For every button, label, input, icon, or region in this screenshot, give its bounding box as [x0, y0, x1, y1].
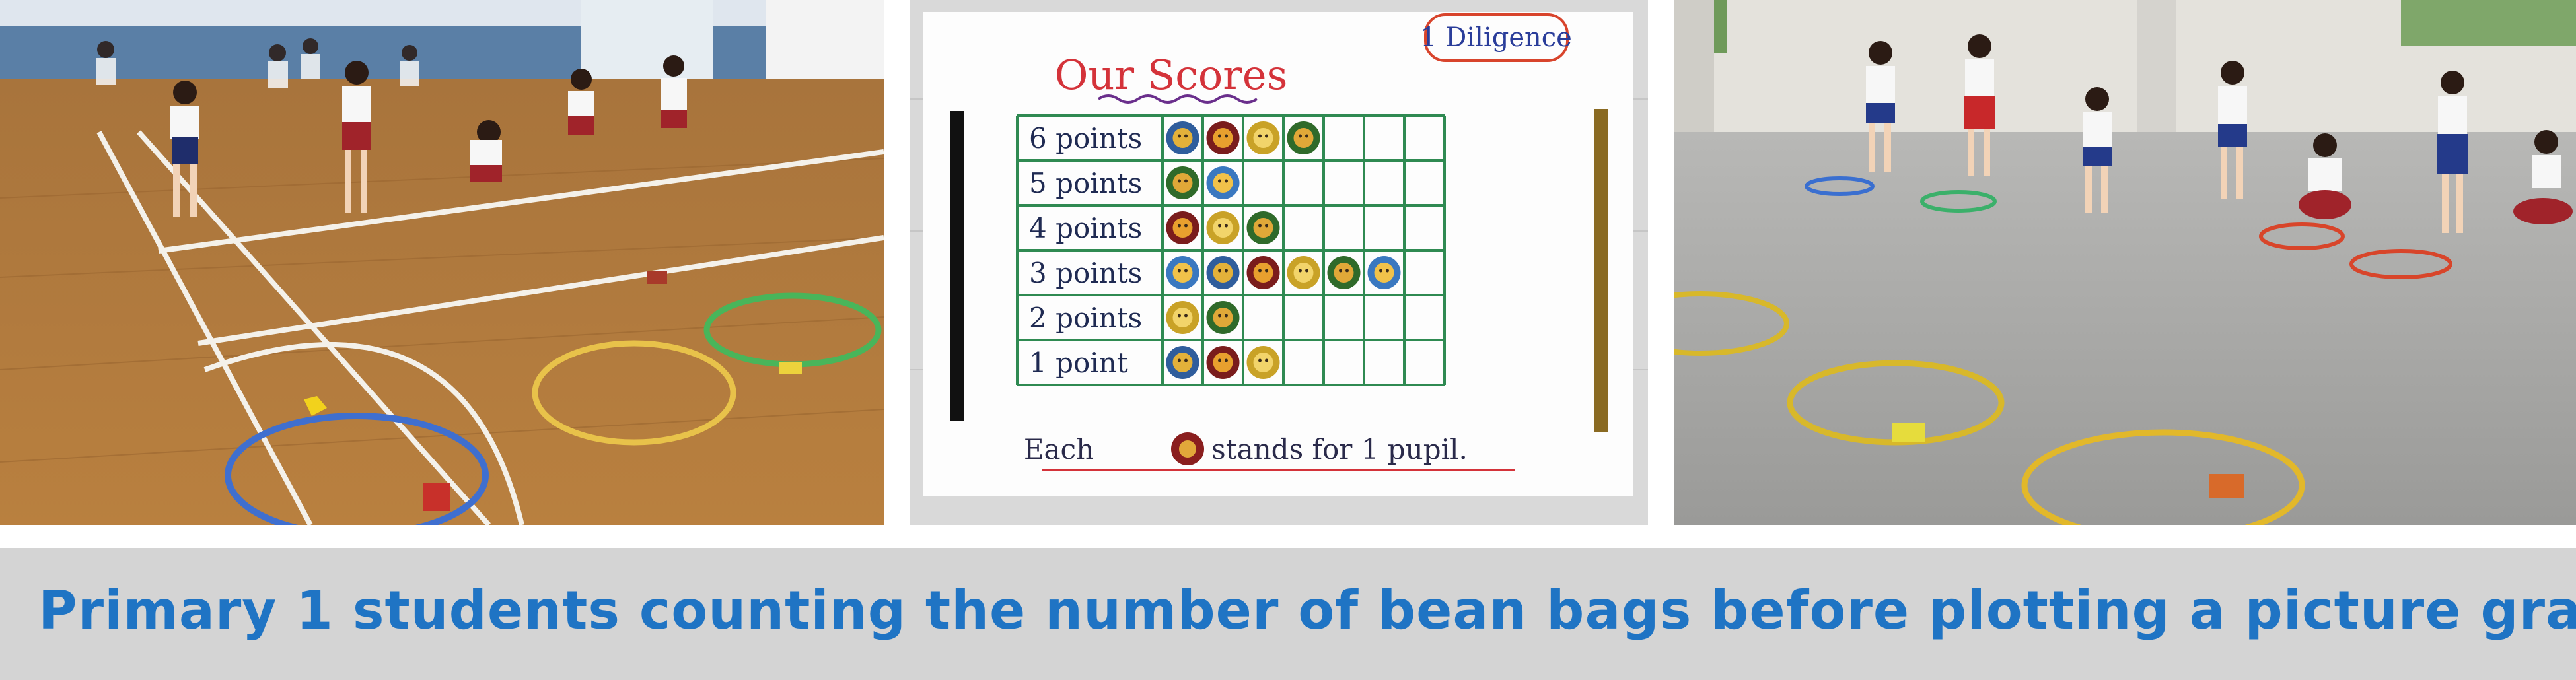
pupil-sticker-icon — [1166, 121, 1199, 154]
key-text-before: Each — [1024, 433, 1094, 465]
row-label: 5 points — [1029, 167, 1142, 199]
row-label: 6 points — [1029, 122, 1142, 154]
row-label: 2 points — [1029, 302, 1142, 334]
pupil-sticker-icon — [1166, 301, 1199, 334]
caption-band: Primary 1 students counting the number o… — [0, 548, 2576, 680]
bean-bag — [423, 483, 450, 511]
photo-picture-graph-board: 1 Diligence Our Scores 6 points 5 points 4… — [910, 0, 1648, 525]
pupil-sticker-icon — [1206, 166, 1240, 199]
photo-gym-hall — [0, 0, 884, 525]
gym-hall-illustration — [0, 0, 884, 525]
bean-bag — [779, 362, 802, 374]
pupil-sticker-icon — [1287, 256, 1320, 289]
pupil-sticker-icon — [1287, 121, 1320, 154]
black-ruler — [950, 111, 964, 421]
photo-covered-hall — [1674, 0, 2576, 525]
pupil-sticker-icon — [1246, 256, 1280, 289]
pupil-sticker-icon — [1206, 346, 1240, 379]
gym-doorway — [581, 0, 713, 79]
bean-bag — [2209, 474, 2244, 498]
key-sticker-icon — [1171, 432, 1204, 465]
pupil-sticker-icon — [1327, 256, 1361, 289]
bean-bag — [647, 271, 667, 284]
pupil-sticker-icon — [1246, 121, 1280, 154]
row-label: 3 points — [1029, 257, 1142, 289]
pupil-sticker-icon — [1206, 256, 1240, 289]
key-text-after: stands for 1 pupil. — [1211, 433, 1468, 465]
pupil-sticker-icon — [1166, 211, 1199, 244]
pupil-sticker-icon — [1206, 121, 1240, 154]
caption-text: Primary 1 students counting the number o… — [38, 580, 2576, 641]
pupil-sticker-icon — [1367, 256, 1401, 289]
pupil-sticker-icon — [1206, 301, 1240, 334]
picture-graph-board: 1 Diligence Our Scores 6 points 5 points 4… — [910, 0, 1648, 525]
wooden-ruler — [1594, 109, 1608, 432]
pupil-sticker-icon — [1166, 166, 1199, 199]
pupil-sticker-icon — [1166, 256, 1199, 289]
chart-title: Our Scores — [1055, 51, 1288, 99]
row-label: 1 point — [1029, 347, 1128, 379]
covered-hall-illustration — [1674, 0, 2576, 525]
row-label: 4 points — [1029, 212, 1142, 244]
bean-bag — [1892, 423, 1925, 442]
class-tag: 1 Diligence — [1420, 22, 1572, 53]
pupil-sticker-icon — [1246, 346, 1280, 379]
pupil-sticker-icon — [1246, 211, 1280, 244]
pupil-sticker-icon — [1206, 211, 1240, 244]
pupil-sticker-icon — [1166, 346, 1199, 379]
